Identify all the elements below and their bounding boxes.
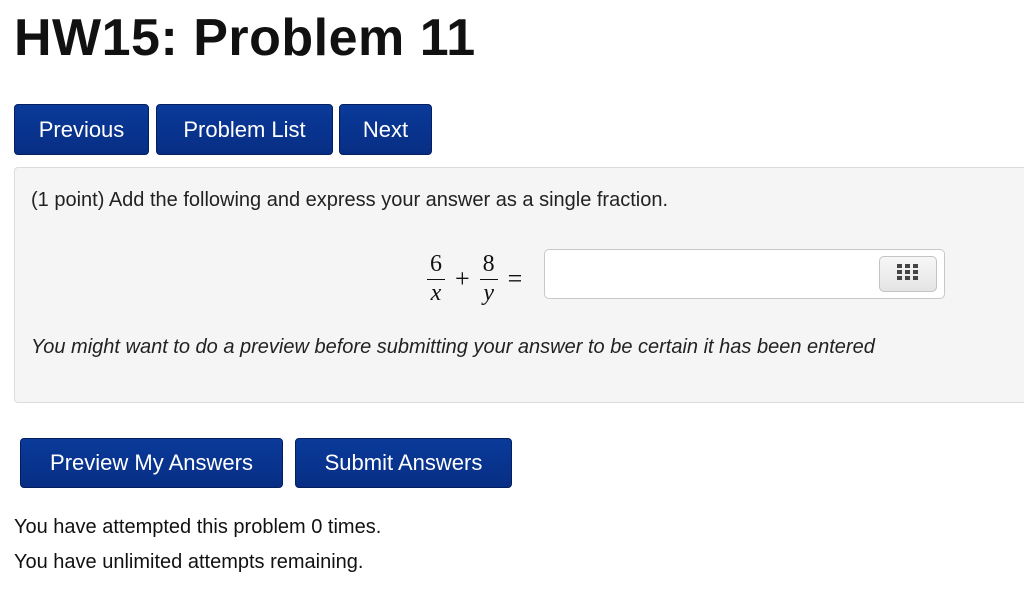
plus-operator: +	[455, 264, 470, 293]
problem-prompt: (1 point) Add the following and express …	[31, 189, 669, 211]
numerator: 6	[427, 252, 445, 280]
problem-page: HW15: Problem 11 Previous Problem List N…	[0, 0, 1024, 616]
fraction-6-over-x: 6 x	[427, 252, 445, 305]
submit-answers-button[interactable]: Submit Answers	[295, 438, 512, 488]
previous-button[interactable]: Previous	[14, 104, 149, 155]
preview-hint: You might want to do a preview before su…	[31, 336, 875, 358]
equation-editor-button[interactable]	[879, 256, 937, 292]
equals-sign: =	[507, 264, 523, 293]
attempts-remaining-text: You have unlimited attempts remaining.	[14, 551, 364, 573]
denominator: y	[483, 279, 494, 306]
denominator: x	[430, 279, 442, 306]
keypad-grid-icon	[897, 263, 919, 285]
problem-panel: (1 point) Add the following and express …	[14, 167, 1024, 403]
math-expression: 6 x + 8 y =	[423, 244, 528, 314]
page-title: HW15: Problem 11	[14, 9, 476, 67]
preview-answers-button[interactable]: Preview My Answers	[20, 438, 283, 488]
next-button[interactable]: Next	[339, 104, 432, 155]
numerator: 8	[479, 252, 498, 280]
fraction-8-over-y: 8 y	[479, 252, 498, 306]
problem-list-button[interactable]: Problem List	[156, 104, 333, 155]
attempts-count-text: You have attempted this problem 0 times.	[14, 516, 382, 538]
